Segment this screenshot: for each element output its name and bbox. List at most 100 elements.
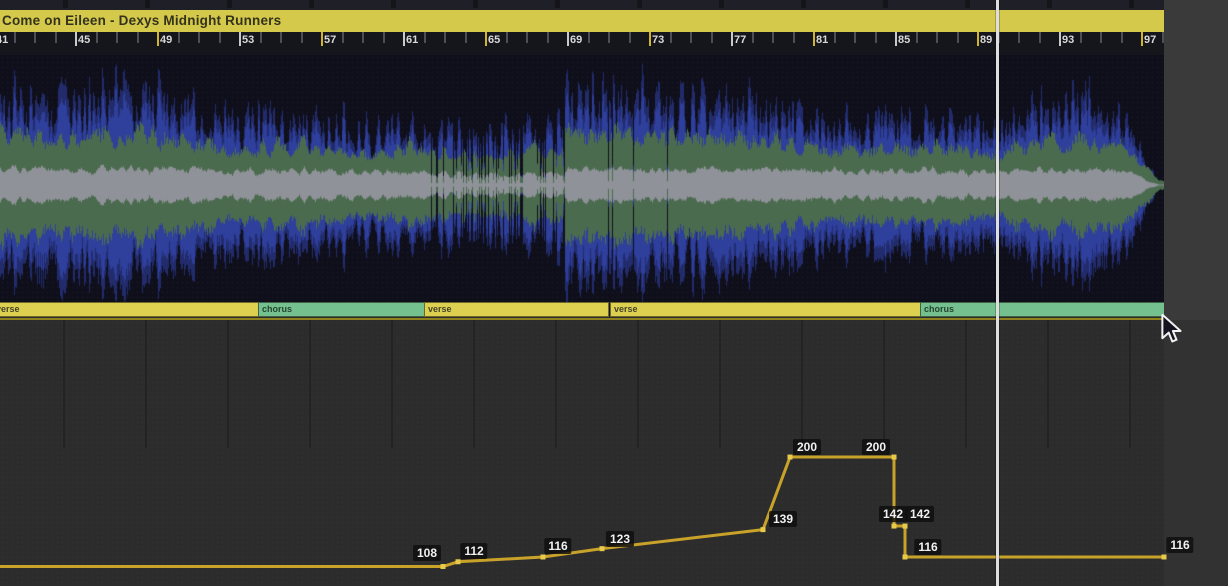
bar-tick-minor — [1121, 32, 1123, 43]
bar-tick-minor — [875, 32, 877, 43]
bar-number: 69 — [570, 34, 582, 46]
tempo-value-label: 116 — [914, 539, 941, 555]
top-strip-mark — [391, 0, 396, 8]
bar-tick-minor — [936, 32, 938, 43]
top-strip-mark — [1129, 0, 1134, 8]
bar-tick-minor — [506, 32, 508, 43]
bar-number: 77 — [734, 34, 746, 46]
bar-tick-major — [321, 32, 323, 46]
bar-number: 89 — [980, 34, 992, 46]
bar-tick-minor — [465, 32, 467, 43]
bar-number: 65 — [488, 34, 500, 46]
section-label: verse — [0, 304, 20, 314]
bar-tick-minor — [1162, 32, 1164, 43]
tempo-value-label: 112 — [460, 543, 487, 559]
bar-tick-major — [731, 32, 733, 46]
bar-gridline — [965, 320, 967, 448]
top-strip-mark — [801, 0, 806, 8]
bar-tick-major — [813, 32, 815, 46]
tempo-value-label: 139 — [769, 511, 797, 527]
app-window: Come on Eileen - Dexys Midnight Runners … — [0, 0, 1228, 586]
bar-tick-minor — [526, 32, 528, 43]
bar-tick-minor — [219, 32, 221, 43]
bar-tick-major — [75, 32, 77, 46]
bar-tick-major — [895, 32, 897, 46]
top-strip-mark — [965, 0, 970, 8]
section-block-chorus[interactable]: chorus — [258, 302, 425, 317]
top-strip-mark — [227, 0, 232, 8]
bar-gridline — [555, 320, 557, 448]
top-strip-mark — [719, 0, 724, 8]
section-block-verse[interactable]: verse — [610, 302, 921, 317]
bar-tick-minor — [280, 32, 282, 43]
bar-tick-minor — [96, 32, 98, 43]
waveform-area[interactable] — [0, 55, 1164, 302]
bar-tick-minor — [772, 32, 774, 43]
tempo-lane[interactable] — [0, 320, 1164, 586]
bar-tick-major — [157, 32, 159, 46]
bar-tick-major — [977, 32, 979, 46]
tempo-value-label: 116 — [1166, 537, 1193, 553]
bar-tick-major — [1059, 32, 1061, 46]
bar-gridline — [63, 320, 65, 448]
bar-gridline — [1129, 320, 1131, 448]
top-strip-mark — [309, 0, 314, 8]
bar-gridline — [309, 320, 311, 448]
bar-number: 45 — [78, 34, 90, 46]
tempo-value-label: 200 — [862, 439, 890, 455]
bar-gridline — [719, 320, 721, 448]
top-strip-mark — [883, 0, 888, 8]
bar-tick-minor — [137, 32, 139, 43]
bar-number: 61 — [406, 34, 418, 46]
bar-number: 81 — [816, 34, 828, 46]
bar-tick-minor — [198, 32, 200, 43]
bar-tick-major — [239, 32, 241, 46]
bar-tick-minor — [1039, 32, 1041, 43]
bar-number: 53 — [242, 34, 254, 46]
tempo-value-label: 142 — [879, 506, 907, 522]
bar-gridline — [1047, 320, 1049, 448]
bar-tick-minor — [444, 32, 446, 43]
bar-tick-minor — [608, 32, 610, 43]
track-title-bar[interactable]: Come on Eileen - Dexys Midnight Runners — [0, 10, 1164, 32]
bar-ruler[interactable]: 414549535761656973778185899397 — [0, 32, 1164, 55]
tempo-value-label: 142 — [906, 506, 934, 522]
bar-tick-minor — [670, 32, 672, 43]
bar-tick-minor — [260, 32, 262, 43]
tempo-value-label: 123 — [606, 531, 634, 547]
bar-tick-major — [567, 32, 569, 46]
bar-tick-minor — [957, 32, 959, 43]
bar-tick-minor — [55, 32, 57, 43]
top-strip-mark — [1047, 0, 1052, 8]
bar-number: 41 — [0, 34, 8, 46]
section-block-chorus[interactable]: chorus — [920, 302, 1164, 317]
section-block-verse[interactable]: verse — [0, 302, 259, 317]
bar-tick-minor — [301, 32, 303, 43]
bar-gridline — [227, 320, 229, 448]
section-block-verse[interactable]: verse — [424, 302, 609, 317]
bar-tick-minor — [588, 32, 590, 43]
section-marker-row: versechorusverseversechorus — [0, 302, 1164, 317]
bar-tick-minor — [629, 32, 631, 43]
bar-tick-minor — [711, 32, 713, 43]
bar-gridline — [391, 320, 393, 448]
bar-tick-minor — [1018, 32, 1020, 43]
bar-tick-minor — [1080, 32, 1082, 43]
bar-number: 97 — [1144, 34, 1156, 46]
top-strip-mark — [555, 0, 560, 8]
bar-tick-minor — [34, 32, 36, 43]
top-strip-mark — [145, 0, 150, 8]
tempo-value-label: 200 — [793, 439, 821, 455]
tempo-value-label: 116 — [544, 538, 571, 554]
section-label: verse — [428, 304, 452, 314]
section-label: chorus — [924, 304, 954, 314]
bar-tick-minor — [547, 32, 549, 43]
bar-tick-minor — [854, 32, 856, 43]
bar-tick-minor — [752, 32, 754, 43]
bar-gridline — [883, 320, 885, 448]
waveform-canvas — [0, 55, 1164, 302]
playhead[interactable] — [996, 0, 999, 586]
top-strip — [0, 0, 1164, 10]
bar-tick-minor — [178, 32, 180, 43]
section-label: chorus — [262, 304, 292, 314]
